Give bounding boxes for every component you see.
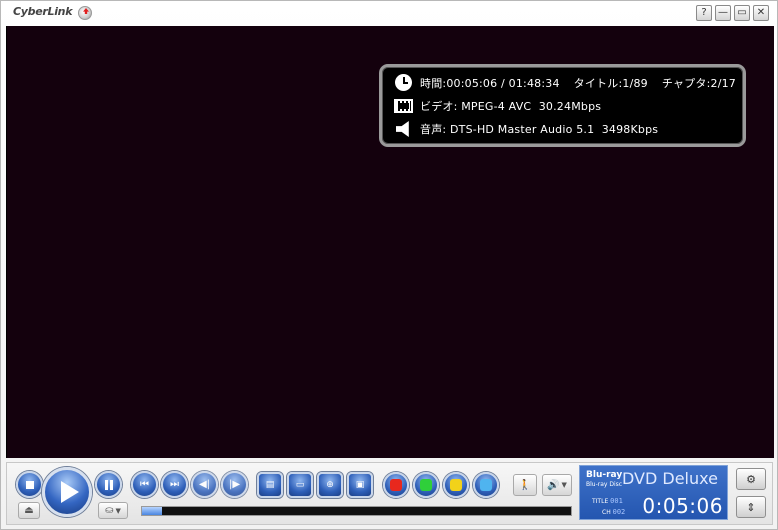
menu-button[interactable]: ▤	[257, 472, 283, 498]
seek-bar[interactable]	[141, 506, 572, 516]
lcd-title-num: 001	[610, 497, 623, 505]
green-button[interactable]	[413, 472, 439, 498]
expand-button[interactable]: ⇕	[736, 496, 766, 518]
disc-select-button[interactable]: ⛀ ▼	[98, 502, 128, 519]
red-button[interactable]	[383, 472, 409, 498]
angle-icon: ⊕	[326, 480, 334, 490]
blue-swatch	[480, 479, 492, 491]
bluray-logo: Blu-ray Blu-ray Disc	[586, 470, 623, 489]
green-swatch	[420, 479, 432, 491]
time-current: 00:05:06	[446, 77, 498, 90]
chapter-value: 2/17	[710, 77, 737, 90]
stop-button[interactable]	[16, 471, 43, 498]
yellow-button[interactable]	[443, 472, 469, 498]
lcd-title-label: TITLE	[592, 498, 609, 505]
red-swatch	[390, 479, 402, 491]
osd-time-row: 時間:00:05:06 / 01:48:34 タイトル:1/89 チャプタ:2/17	[394, 74, 736, 92]
player-window: CyberLink ? — ▭ ✕ 時間:00:05:06 / 01:48:34…	[0, 0, 778, 530]
seek-bar-fill	[142, 507, 162, 515]
title-value: 1/89	[622, 77, 648, 90]
subtitle-button[interactable]: ▭	[287, 472, 313, 498]
info-icon: ▣	[355, 480, 365, 490]
speaker-icon	[394, 120, 414, 138]
next-icon: ⏭	[170, 479, 179, 490]
pause-button[interactable]	[95, 471, 122, 498]
film-icon	[394, 97, 414, 115]
yellow-swatch	[450, 479, 462, 491]
title-bar[interactable]: CyberLink ? — ▭ ✕	[1, 1, 777, 25]
title-label: タイトル:	[573, 77, 623, 90]
angle-button[interactable]: ⊕	[317, 472, 343, 498]
lcd-chapter-row: CH 002	[602, 508, 625, 516]
audio-value: DTS-HD Master Audio 5.1 3498Kbps	[450, 123, 659, 136]
step-back-button[interactable]: ◀|	[191, 471, 218, 498]
close-button[interactable]: ✕	[753, 5, 769, 21]
volume-icon: 🔊	[547, 479, 560, 491]
product-name: DVD Deluxe	[622, 469, 718, 488]
help-button[interactable]: ?	[696, 5, 712, 21]
disc-icon: ⛀	[105, 505, 114, 516]
previous-icon: ⏮	[140, 479, 149, 490]
lcd-chapter-num: 002	[612, 508, 626, 516]
next-chapter-button[interactable]: ⏭	[161, 471, 188, 498]
step-forward-button[interactable]: |▶	[221, 471, 248, 498]
window-controls: ? — ▭ ✕	[696, 5, 769, 21]
stop-icon	[25, 480, 34, 489]
lcd-time: 0:05:06	[642, 494, 723, 518]
menu-icon: ▤	[265, 480, 275, 490]
lcd-chapter-label: CH	[602, 509, 611, 516]
video-label: ビデオ:	[420, 100, 458, 113]
clock-icon	[394, 74, 414, 92]
lcd-title-row: TITLE 001	[592, 497, 623, 505]
lcd-display: Blu-ray Blu-ray Disc DVD Deluxe TITLE 001…	[579, 465, 728, 520]
info-button[interactable]: ▣	[347, 472, 373, 498]
upgrade-icon[interactable]	[78, 6, 92, 20]
restore-button[interactable]: ▭	[734, 5, 750, 21]
forward-icon: |▶	[228, 479, 241, 490]
chapter-label: チャプタ:	[661, 77, 711, 90]
time-label: 時間:	[420, 77, 447, 90]
subtitle-icon: ▭	[295, 480, 305, 490]
time-separator: /	[497, 77, 509, 90]
info-overlay: 時間:00:05:06 / 01:48:34 タイトル:1/89 チャプタ:2/17…	[379, 64, 746, 147]
pause-icon	[104, 479, 113, 490]
configuration-button[interactable]: ⚙	[736, 468, 766, 490]
cyberlink-logo: CyberLink	[13, 5, 73, 18]
walk-button[interactable]: 🚶	[513, 474, 537, 496]
video-value: MPEG-4 AVC 30.24Mbps	[461, 100, 602, 113]
blue-button[interactable]	[473, 472, 499, 498]
osd-audio-row: 音声: DTS-HD Master Audio 5.1 3498Kbps	[394, 120, 658, 138]
eject-button[interactable]: ⏏	[18, 502, 40, 519]
volume-button[interactable]: 🔊 ▼	[542, 474, 572, 496]
osd-video-row: ビデオ: MPEG-4 AVC 30.24Mbps	[394, 97, 601, 115]
minimize-button[interactable]: —	[715, 5, 731, 21]
play-button[interactable]	[42, 467, 92, 517]
rewind-icon: ◀|	[198, 479, 211, 490]
audio-label: 音声:	[420, 123, 447, 136]
time-total: 01:48:34	[508, 77, 560, 90]
previous-chapter-button[interactable]: ⏮	[131, 471, 158, 498]
